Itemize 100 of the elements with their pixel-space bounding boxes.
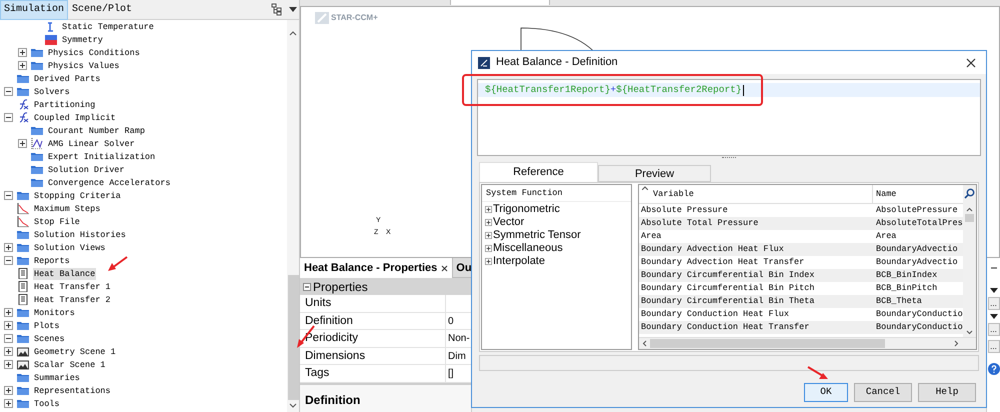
expand-icon[interactable]: [4, 386, 13, 395]
tree-item[interactable]: Courant Number Ramp: [47, 124, 146, 136]
column-header[interactable]: Variable: [651, 185, 873, 203]
scrollbar-thumb[interactable]: [650, 339, 885, 348]
tree-item[interactable]: Physics Values: [47, 60, 120, 72]
expand-icon[interactable]: [485, 245, 492, 252]
chart-icon: [17, 216, 29, 227]
tree-item[interactable]: Plots: [33, 320, 61, 332]
tree-item[interactable]: Static Temperature: [61, 20, 155, 32]
tab[interactable]: Heat Balance - Properties: [300, 258, 454, 278]
scrollbar-thumb[interactable]: [965, 214, 974, 222]
expand-icon[interactable]: [485, 219, 492, 226]
ellipsis-button[interactable]: ...: [988, 297, 1000, 310]
scrollbar[interactable]: [287, 20, 299, 412]
tree-item[interactable]: Solution Views: [33, 242, 106, 254]
collapse-icon[interactable]: [4, 113, 13, 122]
tree-item[interactable]: Scenes: [33, 332, 66, 344]
scroll-down-icon[interactable]: [966, 330, 973, 335]
tab[interactable]: Preview: [598, 165, 711, 182]
tree-item[interactable]: Expert Initialization: [47, 150, 156, 162]
tree-item[interactable]: Physics Conditions: [47, 46, 141, 58]
sort-icon[interactable]: [642, 186, 648, 190]
tree-item[interactable]: Summaries: [33, 372, 81, 384]
scroll-left-icon[interactable]: [642, 340, 647, 347]
expression-editor[interactable]: ${HeatTransfer1Report}+${HeatTransfer2Report}: [477, 79, 981, 156]
scroll-up-icon[interactable]: [289, 30, 297, 36]
tree-item[interactable]: Stop File: [33, 216, 81, 228]
table-cell-text: BCB_Theta: [875, 295, 923, 308]
tree-item[interactable]: Vector: [493, 216, 524, 229]
tree-item[interactable]: Heat Balance: [33, 268, 96, 280]
column-header[interactable]: Name: [873, 185, 963, 203]
dialog-button[interactable]: Cancel: [854, 383, 912, 402]
dropdown-icon[interactable]: [990, 314, 998, 320]
dialog-button[interactable]: Help: [918, 383, 976, 402]
tab[interactable]: Scene/Plot: [68, 0, 136, 20]
collapse-icon[interactable]: [4, 87, 13, 96]
expand-icon[interactable]: [4, 399, 13, 408]
tree-item[interactable]: Trigonometric: [493, 203, 560, 216]
tree-item[interactable]: Coupled Implicit: [33, 112, 117, 124]
tree-item[interactable]: Reports: [33, 254, 71, 266]
tree-item[interactable]: Tools: [33, 398, 61, 410]
tree-item[interactable]: Heat Transfer 1: [33, 280, 112, 292]
property-value: Dim: [447, 350, 466, 364]
expand-icon[interactable]: [4, 321, 13, 330]
collapse-icon[interactable]: [4, 256, 13, 265]
collapse-icon[interactable]: [4, 191, 13, 200]
tab[interactable]: Reference: [479, 162, 598, 182]
tree-item[interactable]: Solution Histories: [33, 228, 127, 240]
tree-item[interactable]: AMG Linear Solver: [47, 138, 136, 150]
close-icon[interactable]: [966, 58, 976, 68]
close-icon[interactable]: [441, 264, 448, 272]
chart-icon: [17, 203, 29, 214]
function-icon: [17, 112, 29, 123]
tree-item[interactable]: Derived Parts: [33, 72, 102, 84]
tree-item[interactable]: Representations: [33, 384, 112, 396]
scroll-right-icon[interactable]: [954, 340, 959, 347]
ellipsis-button[interactable]: ...: [988, 340, 1000, 354]
tree-item[interactable]: Convergence Accelerators: [47, 176, 172, 188]
search-icon[interactable]: [964, 188, 975, 199]
tree-item[interactable]: Solvers: [33, 86, 71, 98]
expand-icon[interactable]: [485, 232, 492, 239]
splitter-handle[interactable]: [722, 157, 736, 159]
expand-icon[interactable]: [4, 360, 13, 369]
tree-item[interactable]: Partitioning: [33, 98, 96, 110]
expand-icon[interactable]: [18, 139, 27, 148]
table-cell-text: Boundary Circumferential Bin Pitch: [640, 282, 816, 295]
tree-item[interactable]: Miscellaneous: [493, 242, 563, 255]
table-cell-text: Boundary Circumferential Bin Index: [640, 269, 816, 282]
tree-item[interactable]: Symmetry: [61, 34, 104, 46]
expand-icon[interactable]: [4, 243, 13, 252]
expand-icon[interactable]: [485, 206, 492, 213]
tree-item[interactable]: Scalar Scene 1: [33, 358, 106, 370]
scrollbar-thumb[interactable]: [288, 275, 298, 400]
tree-item[interactable]: Solution Driver: [47, 164, 126, 176]
scroll-down-icon[interactable]: [289, 403, 297, 409]
collapse-icon[interactable]: [303, 282, 311, 291]
tree-item[interactable]: Stopping Criteria: [33, 190, 122, 202]
dropdown-icon[interactable]: [990, 288, 998, 294]
expand-icon[interactable]: [4, 308, 13, 317]
tab[interactable]: Ou: [453, 258, 475, 278]
dialog-button[interactable]: OK: [804, 383, 848, 402]
tree-item[interactable]: Symmetric Tensor: [493, 229, 581, 242]
tree-view-icon[interactable]: [271, 3, 283, 16]
ellipsis-button[interactable]: ...: [988, 323, 1000, 336]
expand-icon[interactable]: [18, 61, 27, 70]
tab[interactable]: Simulation: [0, 0, 68, 20]
collapse-icon[interactable]: [4, 334, 13, 343]
scroll-up-icon[interactable]: [966, 207, 973, 212]
tree-item[interactable]: Maximum Steps: [33, 202, 102, 214]
tree-item[interactable]: Interpolate: [493, 255, 545, 268]
tree-item[interactable]: Geometry Scene 1: [33, 346, 117, 358]
expand-icon[interactable]: [4, 347, 13, 356]
text-cursor: [742, 84, 744, 96]
expand-icon[interactable]: [18, 48, 27, 57]
property-value: 0: [447, 314, 454, 329]
tree-item[interactable]: Heat Transfer 2: [33, 294, 112, 306]
help-icon[interactable]: [988, 363, 1000, 376]
tree-item[interactable]: Monitors: [33, 306, 76, 318]
expand-icon[interactable]: [485, 258, 492, 265]
dropdown-icon[interactable]: [289, 6, 297, 12]
